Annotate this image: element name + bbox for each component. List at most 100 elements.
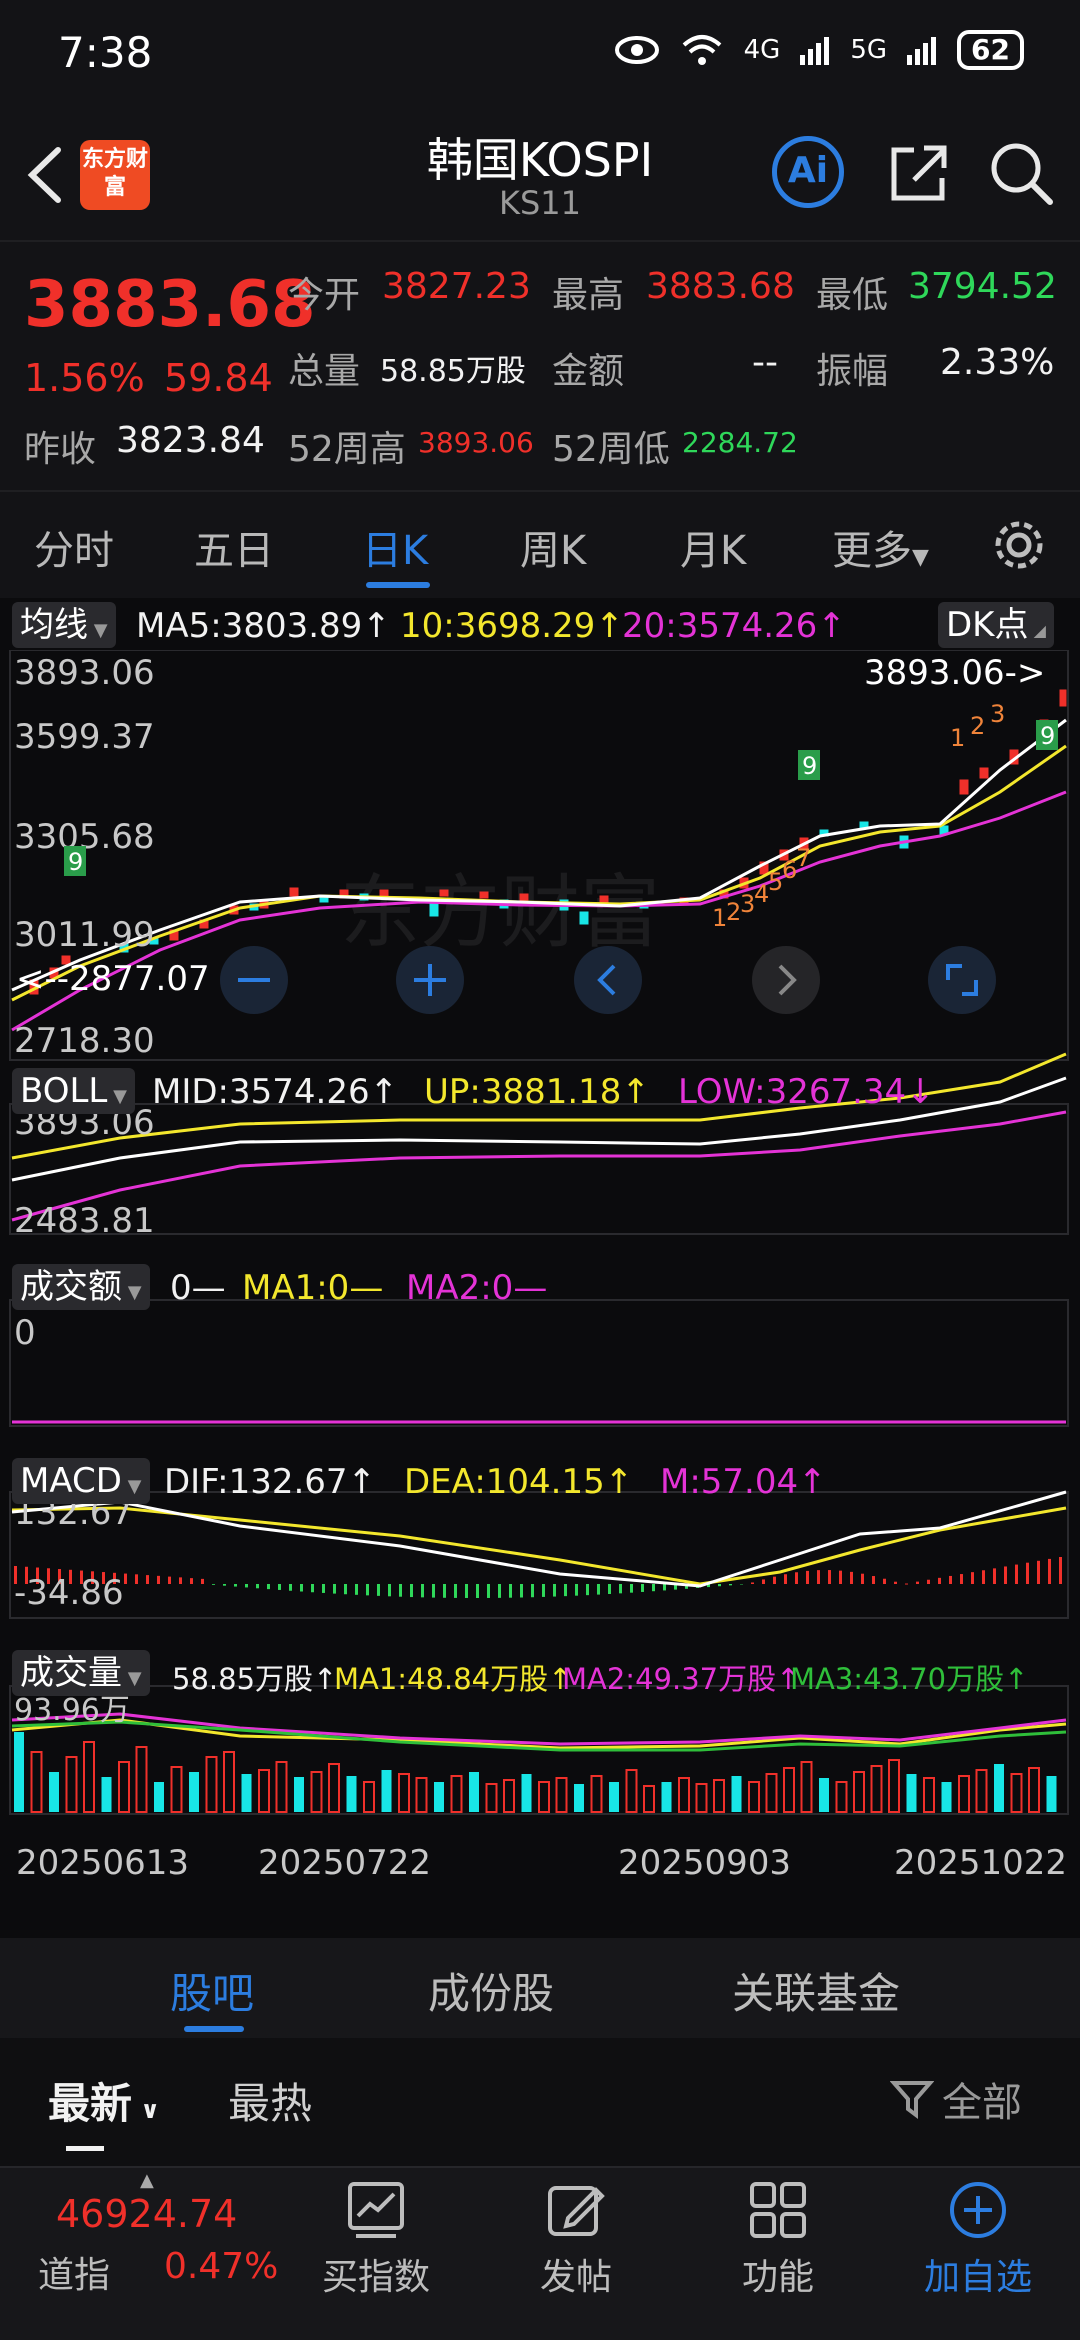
macd-bar bbox=[971, 1572, 974, 1584]
macd-bar bbox=[322, 1584, 325, 1593]
macd-bar bbox=[663, 1584, 666, 1591]
caret-down-icon: ▼ bbox=[122, 1668, 142, 1689]
tab-constituents[interactable]: 成份股 bbox=[428, 1960, 554, 2021]
volume-bar bbox=[381, 1770, 392, 1812]
zoom-out-button[interactable] bbox=[220, 946, 288, 1014]
volume-bar bbox=[294, 1777, 304, 1812]
gear-icon[interactable] bbox=[990, 516, 1048, 574]
macd-bar bbox=[454, 1584, 457, 1598]
volume-bar bbox=[469, 1772, 479, 1812]
macd-bar bbox=[201, 1578, 204, 1584]
volume-bar bbox=[170, 1766, 183, 1813]
ma-selector[interactable]: 均线 ▼ bbox=[12, 602, 116, 648]
high-label: 最高 bbox=[552, 275, 625, 316]
macd-bar bbox=[476, 1584, 479, 1598]
ai-assistant-button[interactable]: Ai bbox=[772, 136, 844, 208]
nav-post[interactable]: 发帖 bbox=[476, 2178, 676, 2300]
y-label-1: 3893.06 bbox=[14, 653, 155, 693]
boll-selector-label: BOLL bbox=[20, 1071, 108, 1111]
volume-bar bbox=[941, 1782, 952, 1812]
amount-label: 金额 bbox=[552, 351, 625, 392]
volume-bar bbox=[30, 1751, 43, 1813]
date-label-2: 20250722 bbox=[258, 1843, 431, 1883]
tab-forum[interactable]: 股吧 bbox=[170, 1960, 254, 2021]
macd-bar bbox=[234, 1584, 237, 1587]
nav-functions[interactable]: 功能 bbox=[678, 2178, 878, 2300]
td-nine-label: 9 bbox=[1040, 722, 1055, 750]
grid-icon bbox=[750, 2182, 806, 2238]
search-icon[interactable] bbox=[986, 138, 1056, 208]
macd-bar bbox=[949, 1575, 952, 1584]
bottom-nav: ▲ 46924.74 道指 0.47% 买指数 发帖 功能 加自选 bbox=[0, 2166, 1080, 2340]
macd-selector[interactable]: MACD ▼ bbox=[12, 1458, 150, 1504]
macd-bar bbox=[399, 1584, 402, 1597]
turnover-selector[interactable]: 成交额 ▼ bbox=[12, 1264, 150, 1310]
macd-bar bbox=[795, 1572, 798, 1584]
caret-down-icon: ▼ bbox=[107, 1086, 127, 1107]
boll-frame bbox=[9, 1103, 1069, 1235]
macd-bar bbox=[850, 1571, 853, 1584]
turnover-ma1: MA1:0— bbox=[242, 1268, 384, 1308]
index-ticker[interactable]: ▲ 46924.74 道指 0.47% bbox=[20, 2170, 280, 2320]
filter-button[interactable]: 全部 bbox=[890, 2070, 1022, 2128]
status-time: 7:38 bbox=[58, 28, 153, 77]
filter-label: 全部 bbox=[942, 2080, 1022, 2126]
tab-daily-k[interactable]: 日K bbox=[362, 518, 428, 576]
macd-bar bbox=[894, 1581, 897, 1584]
macd-bar bbox=[916, 1581, 919, 1584]
volume-bar bbox=[154, 1782, 164, 1812]
nav-add-watchlist[interactable]: 加自选 bbox=[878, 2178, 1078, 2300]
macd-bar bbox=[223, 1584, 226, 1586]
td-count: 4 bbox=[754, 880, 769, 908]
boll-selector[interactable]: BOLL ▼ bbox=[12, 1068, 135, 1114]
volume-ma2: MA2:49.37万股↑ bbox=[562, 1662, 801, 1696]
sort-hot[interactable]: 最热 bbox=[228, 2070, 312, 2131]
tab-monthly-k[interactable]: 月K bbox=[680, 518, 746, 576]
macd-bar bbox=[267, 1584, 270, 1590]
volume-bar bbox=[363, 1781, 375, 1813]
tab-more[interactable]: 更多▼ bbox=[832, 518, 929, 576]
macd-bar bbox=[905, 1583, 908, 1585]
volume-bar bbox=[888, 1759, 900, 1813]
tab-intraday[interactable]: 分时 bbox=[34, 518, 114, 576]
td-count: 6 bbox=[782, 856, 797, 884]
tab-more-label: 更多 bbox=[832, 528, 912, 574]
macd-dea: DEA:104.15↑ bbox=[404, 1462, 634, 1502]
volume-bar bbox=[835, 1781, 848, 1813]
zoom-in-button[interactable] bbox=[396, 946, 464, 1014]
index-value-text: 46924.74 bbox=[56, 2192, 238, 2236]
sort-latest-label: 最新 bbox=[48, 2079, 133, 2128]
volume-selector[interactable]: 成交量 ▼ bbox=[12, 1650, 150, 1696]
volume-bar bbox=[1010, 1773, 1023, 1813]
turnover-ma2: MA2:0— bbox=[406, 1268, 548, 1308]
volume-bar bbox=[748, 1781, 760, 1813]
macd-bar bbox=[421, 1584, 424, 1598]
macd-bar bbox=[487, 1584, 490, 1598]
scroll-right-button[interactable] bbox=[752, 946, 820, 1014]
tab-weekly-k[interactable]: 周K bbox=[520, 518, 586, 576]
boll-low-line bbox=[11, 1110, 1067, 1222]
macd-bar bbox=[443, 1584, 446, 1598]
y-label-4: 3011.99 bbox=[14, 915, 155, 955]
date-label-4: 20251022 bbox=[894, 1843, 1067, 1883]
low-label: 最低 bbox=[816, 275, 889, 316]
dk-point-button[interactable]: DK点 ◢ bbox=[938, 602, 1054, 648]
tab-five-day[interactable]: 五日 bbox=[194, 518, 274, 576]
fullscreen-button[interactable] bbox=[928, 946, 996, 1014]
macd-bar bbox=[652, 1584, 655, 1592]
volume-bar bbox=[205, 1756, 218, 1813]
caret-down-icon: ▼ bbox=[912, 545, 929, 570]
macd-bar bbox=[608, 1584, 611, 1594]
nav-buy-index[interactable]: 买指数 bbox=[276, 2178, 476, 2300]
tab-related-funds[interactable]: 关联基金 bbox=[732, 1960, 900, 2021]
macd-bar bbox=[872, 1576, 875, 1584]
nav-buy-index-label: 买指数 bbox=[321, 2257, 430, 2298]
sort-latest[interactable]: 最新 ∨ bbox=[48, 2070, 160, 2131]
td-count-lower: 1 2 3 4 5 6 7 bbox=[712, 844, 811, 932]
volume-bar bbox=[819, 1778, 829, 1812]
scroll-left-button[interactable] bbox=[574, 946, 642, 1014]
macd-bar bbox=[212, 1584, 215, 1585]
date-label-1: 20250613 bbox=[16, 1843, 189, 1883]
macd-bar bbox=[619, 1584, 622, 1594]
share-icon[interactable] bbox=[884, 138, 954, 208]
